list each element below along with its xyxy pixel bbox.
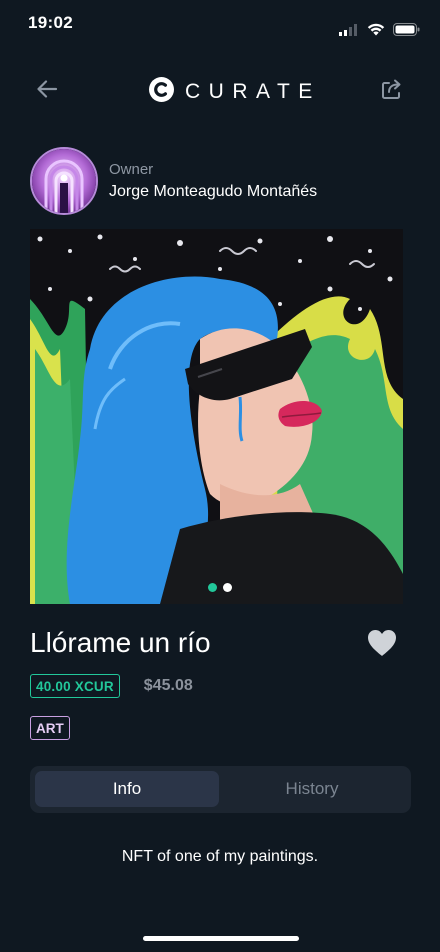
battery-icon xyxy=(393,23,420,41)
arrow-left-icon xyxy=(36,79,58,103)
curate-logo-icon xyxy=(148,76,175,108)
status-bar: 19:02 xyxy=(0,0,440,44)
status-time: 19:02 xyxy=(28,13,73,32)
token-price-badge: 40.00 XCUR xyxy=(30,674,120,698)
back-button[interactable] xyxy=(30,74,64,108)
item-description: NFT of one of my paintings. xyxy=(121,848,319,865)
wifi-icon xyxy=(367,23,385,41)
carousel-dot[interactable] xyxy=(223,583,232,592)
home-indicator xyxy=(143,936,299,941)
owner-avatar[interactable] xyxy=(30,147,98,215)
tab-info[interactable]: Info xyxy=(35,771,219,807)
usd-price: $45.08 xyxy=(143,677,193,694)
favorite-button[interactable] xyxy=(366,628,398,660)
share-icon xyxy=(381,78,405,105)
artwork-image[interactable] xyxy=(30,229,403,604)
brand-logo: CURATE xyxy=(148,76,321,108)
carousel-dot-active[interactable] xyxy=(208,583,217,592)
owner-label: Owner xyxy=(109,160,154,178)
cellular-signal-icon xyxy=(339,23,359,41)
category-tag[interactable]: ART xyxy=(30,716,70,740)
owner-section[interactable]: Owner Jorge Monteagudo Montañés xyxy=(30,147,317,215)
heart-icon xyxy=(366,630,398,662)
carousel-dots xyxy=(208,583,232,592)
price-row: 40.00 XCUR $45.08 xyxy=(30,674,193,698)
owner-name[interactable]: Jorge Monteagudo Montañés xyxy=(109,181,317,203)
status-icons xyxy=(339,23,420,41)
tab-history[interactable]: History xyxy=(220,771,404,807)
brand-name: CURATE xyxy=(185,80,321,103)
share-button[interactable] xyxy=(376,74,410,108)
item-title: Llórame un río xyxy=(30,627,211,658)
nav-header: CURATE xyxy=(0,62,440,120)
tab-bar: Info History xyxy=(30,766,411,813)
